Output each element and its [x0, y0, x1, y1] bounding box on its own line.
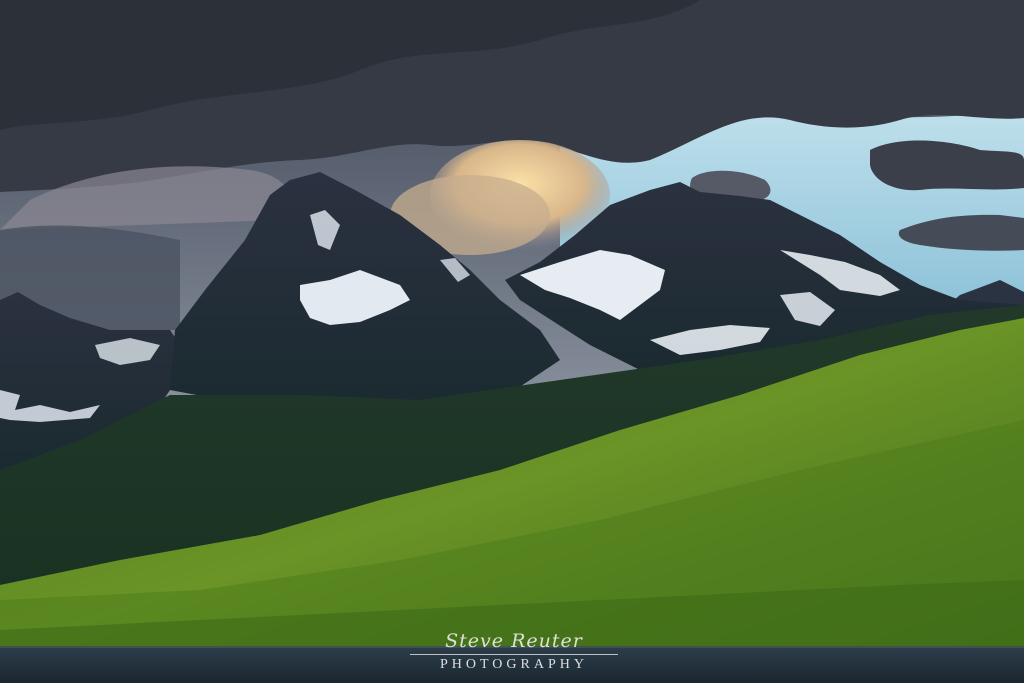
watermark-signature: Steve Reuter — [445, 630, 583, 652]
watermark-rule — [410, 654, 618, 655]
photographer-watermark: Steve Reuter PHOTOGRAPHY — [404, 630, 624, 676]
mountain-lake-scene — [0, 0, 1024, 683]
landscape-photo: Steve Reuter PHOTOGRAPHY — [0, 0, 1024, 683]
watermark-caption: PHOTOGRAPHY — [440, 657, 588, 672]
